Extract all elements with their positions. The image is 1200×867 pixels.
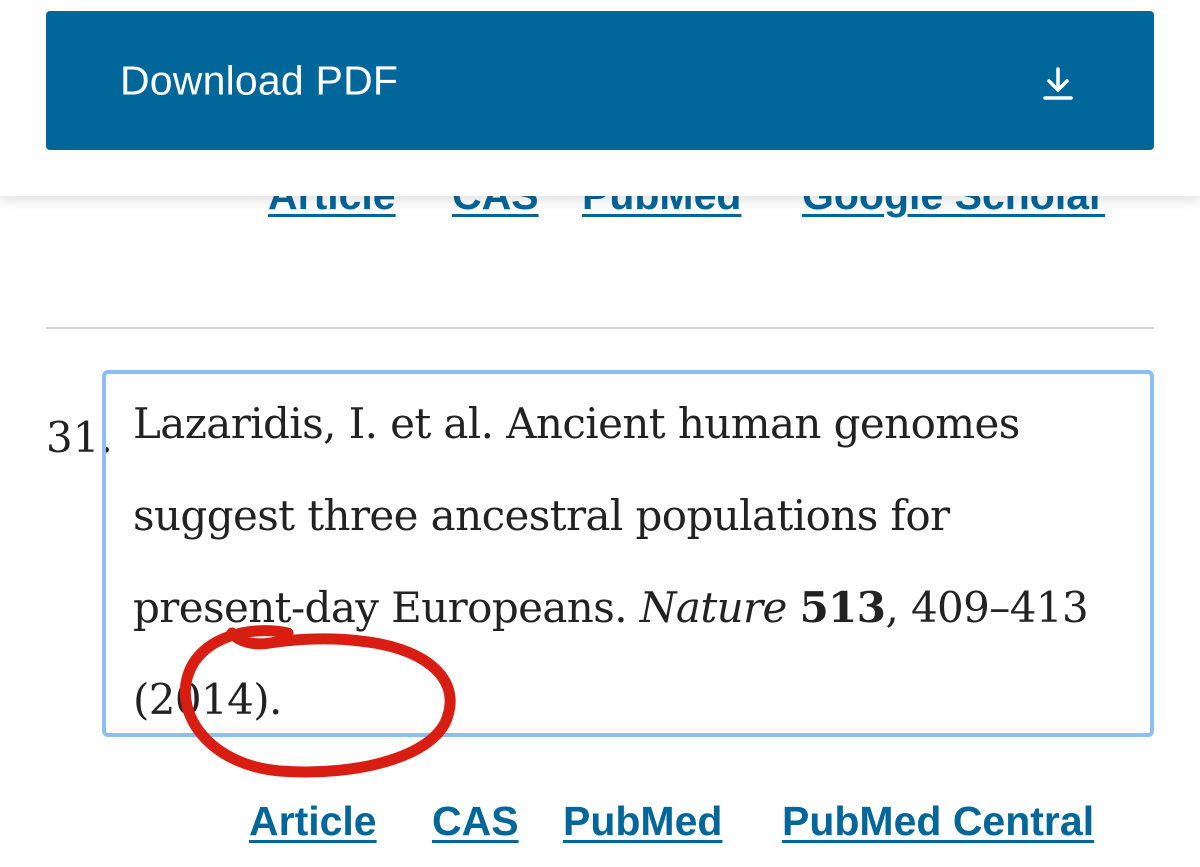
citation-year: (2014). (133, 675, 282, 724)
download-icon (1043, 67, 1073, 100)
cas-link[interactable]: CAS (432, 798, 519, 845)
reference-divider (46, 327, 1154, 329)
citation-pages: , 409–413 (885, 583, 1089, 632)
citation-authors: Lazaridis, I. et al. (133, 399, 494, 448)
pubmed-central-link[interactable]: PubMed Central (782, 798, 1094, 845)
reference-links: Article CAS PubMed PubMed Central (0, 796, 1200, 856)
download-pdf-label: Download PDF (120, 57, 399, 103)
citation-journal: Nature (639, 583, 788, 632)
download-pdf-button[interactable]: Download PDF (46, 11, 1154, 150)
pubmed-link[interactable]: PubMed (563, 798, 722, 845)
article-link[interactable]: Article (249, 798, 377, 845)
citation-volume: 513 (799, 583, 886, 632)
reference-citation: Lazaridis, I. et al. Ancient human genom… (133, 378, 1133, 746)
sticky-download-bar: Download PDF (0, 0, 1200, 196)
